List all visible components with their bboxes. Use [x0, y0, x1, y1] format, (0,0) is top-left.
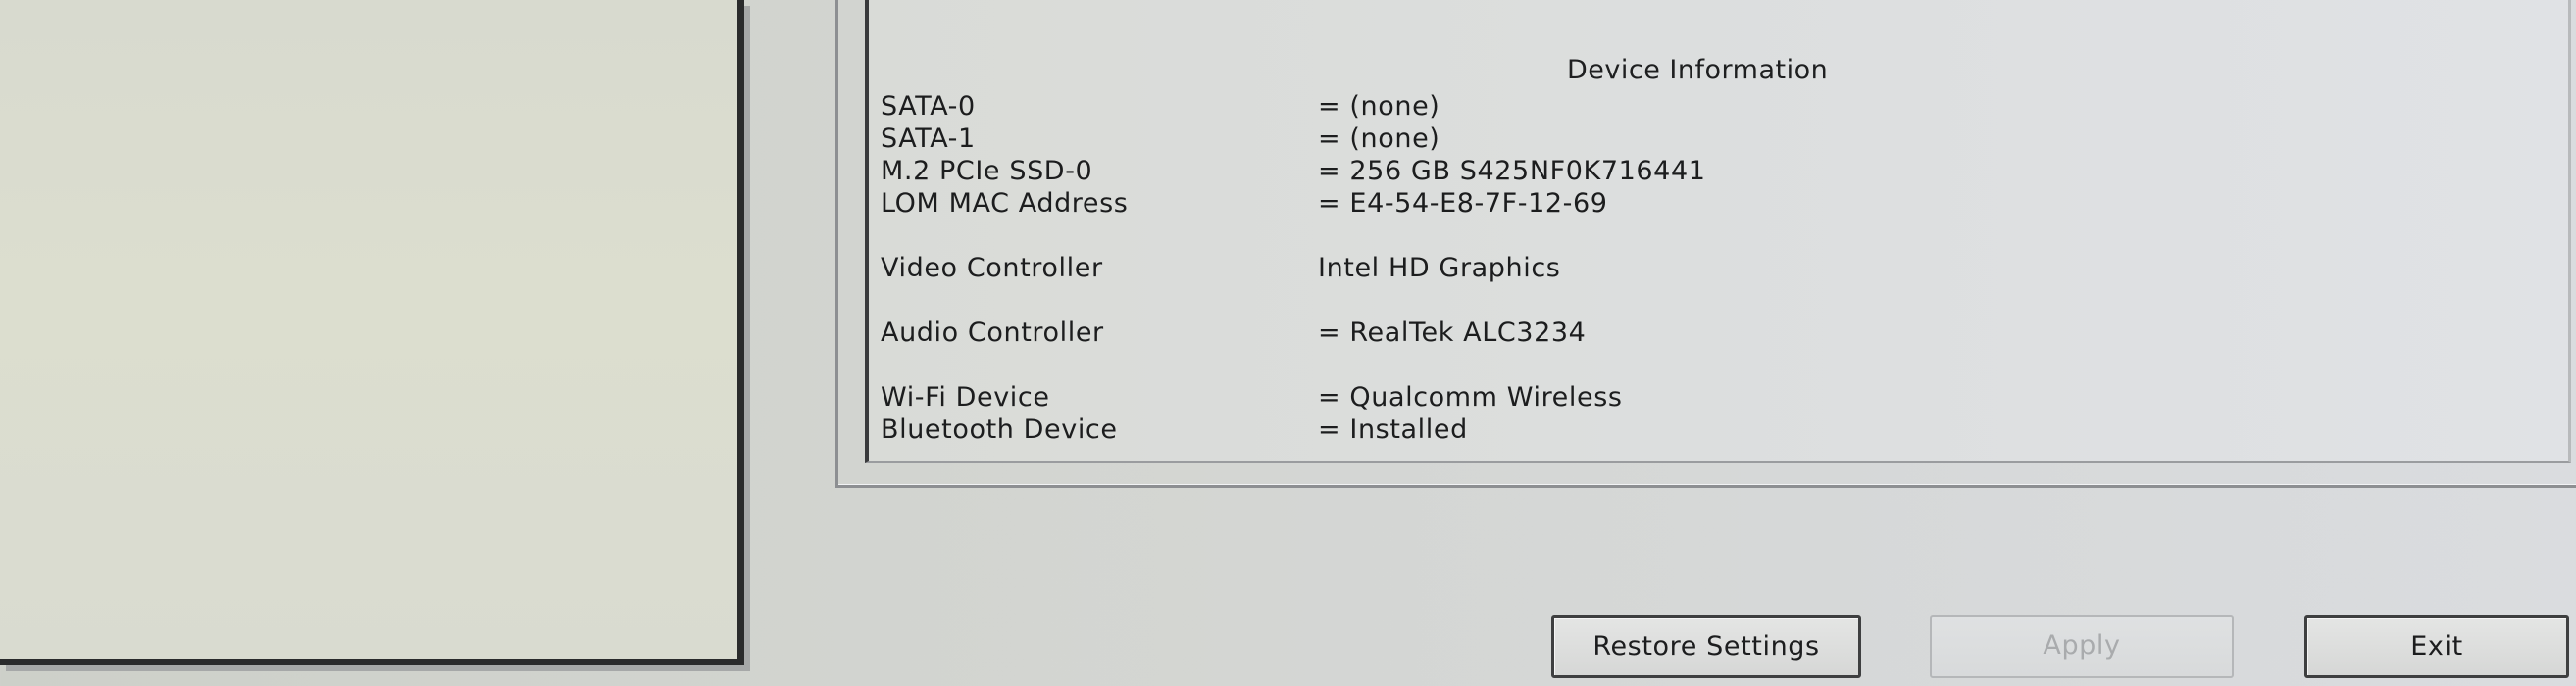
info-label: Video Controller [881, 253, 1103, 283]
info-value: = E4-54-E8-7F-12-69 [1318, 188, 1608, 219]
device-information-title: Device Information [1567, 55, 1829, 85]
info-value: = (none) [1318, 91, 1440, 122]
restore-settings-button[interactable]: Restore Settings [1551, 615, 1861, 678]
info-value: = Qualcomm Wireless [1318, 382, 1623, 413]
info-value: Intel HD Graphics [1318, 253, 1561, 283]
info-value: = (none) [1318, 123, 1440, 154]
apply-button[interactable]: Apply [1930, 615, 2234, 678]
info-label: M.2 PCIe SSD-0 [881, 156, 1093, 186]
info-label: Bluetooth Device [881, 415, 1118, 445]
info-row-sata-1: SATA-1 = (none) [881, 123, 2450, 157]
info-row-m2-ssd: M.2 PCIe SSD-0 = 256 GB S425NF0K716441 [881, 156, 2450, 189]
info-label: Audio Controller [881, 318, 1104, 348]
info-label: SATA-1 [881, 123, 976, 154]
info-label: SATA-0 [881, 91, 976, 122]
info-row-audio-controller: Audio Controller = RealTek ALC3234 [881, 318, 2450, 351]
info-row-bluetooth-device: Bluetooth Device = Installed [881, 415, 2450, 448]
info-row-sata-0: SATA-0 = (none) [881, 91, 2450, 124]
navigation-tree-panel[interactable] [0, 0, 744, 665]
exit-button[interactable]: Exit [2304, 615, 2569, 678]
info-row-wifi-device: Wi-Fi Device = Qualcomm Wireless [881, 382, 2450, 416]
info-value: = Installed [1318, 415, 1468, 445]
info-value: = 256 GB S425NF0K716441 [1318, 156, 1706, 186]
info-label: Wi-Fi Device [881, 382, 1050, 413]
info-label: LOM MAC Address [881, 188, 1129, 219]
info-row-video-controller: Video Controller Intel HD Graphics [881, 253, 2450, 286]
info-value: = RealTek ALC3234 [1318, 318, 1587, 348]
info-row-lom-mac: LOM MAC Address = E4-54-E8-7F-12-69 [881, 188, 2450, 221]
device-information-panel: Device Information SATA-0 = (none) SATA-… [865, 0, 2571, 463]
